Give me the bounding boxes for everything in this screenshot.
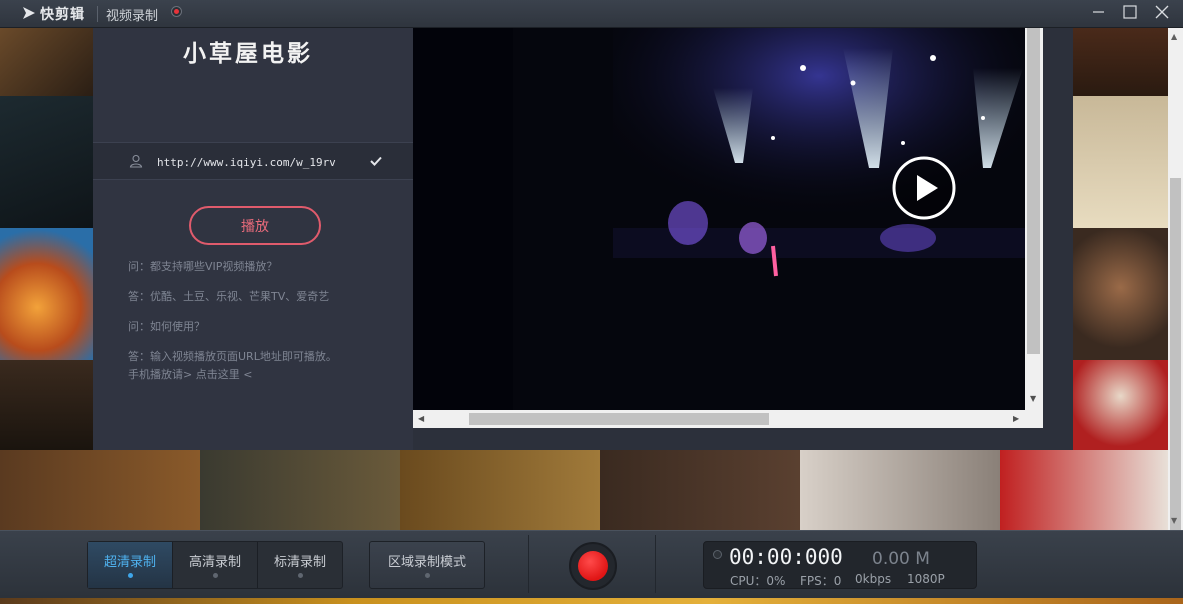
page-scrollbar[interactable]: ▲ ▼ xyxy=(1168,28,1183,533)
user-icon xyxy=(129,154,143,168)
faq-question-1: 问：都支持哪些VIP视频播放？ xyxy=(128,260,278,273)
play-button[interactable]: 播放 xyxy=(189,206,321,245)
app-logo-icon xyxy=(23,7,35,19)
check-icon[interactable] xyxy=(369,154,383,168)
title-bar: 快剪辑 视频录制 xyxy=(0,0,1183,28)
quality-ultra-hd-label: 超清录制 xyxy=(103,555,156,570)
region-record-mode-label: 区域录制模式 xyxy=(387,555,466,570)
bitrate-value: 0kbps xyxy=(855,572,892,586)
player-vertical-scrollbar[interactable]: ▼ xyxy=(1025,28,1043,410)
faq-answer-2: 答：输入视频播放页面URL地址即可播放。 xyxy=(128,350,337,363)
video-play-icon[interactable] xyxy=(891,155,957,221)
scroll-up-icon[interactable]: ▲ xyxy=(1171,32,1177,41)
player-scroll-right-icon[interactable]: ▶ xyxy=(1013,414,1019,423)
page-scrollbar-thumb[interactable] xyxy=(1170,178,1181,533)
quality-hd-label: 高清录制 xyxy=(188,555,241,570)
player-scroll-down-icon[interactable]: ▼ xyxy=(1030,394,1036,403)
content-panel: 小草屋电影 播放 问：都支持哪些VIP视频播放？ 答：优酷、土豆、乐视、芒果TV… xyxy=(93,28,1073,450)
quality-selector: 超清录制 高清录制 标清录制 xyxy=(87,541,343,589)
recording-status-icon xyxy=(171,6,182,17)
recording-timer: 00:00:000 xyxy=(729,545,843,569)
recorder-toolbar: 超清录制 高清录制 标清录制 区域录制模式 00:00:000 0.00 M C… xyxy=(0,530,1183,598)
title-divider xyxy=(97,6,98,22)
resolution-value: 1080P xyxy=(907,572,945,586)
url-input[interactable] xyxy=(157,152,357,172)
selected-indicator-icon xyxy=(128,573,133,578)
region-record-mode-button[interactable]: 区域录制模式 xyxy=(369,541,485,589)
app-name: 快剪辑 xyxy=(40,7,85,23)
faq-answer-1: 答：优酷、土豆、乐视、芒果TV、爱奇艺 xyxy=(128,290,330,303)
url-row xyxy=(93,142,413,180)
quality-sd-label: 标清录制 xyxy=(273,555,326,570)
maximize-button[interactable] xyxy=(1114,0,1146,28)
taskbar-preview-strip xyxy=(0,598,1183,604)
toolbar-divider xyxy=(528,535,529,593)
unselected-indicator-icon xyxy=(213,573,218,578)
toolbar-divider xyxy=(655,535,656,593)
mobile-play-link[interactable]: 手机播放请> 点击这里 < xyxy=(128,366,252,382)
status-led-icon xyxy=(713,550,722,559)
file-size: 0.00 M xyxy=(872,549,930,569)
quality-hd-button[interactable]: 高清录制 xyxy=(173,542,257,588)
site-brand: 小草屋电影 xyxy=(183,40,313,67)
quality-sd-button[interactable]: 标清录制 xyxy=(258,542,342,588)
left-sidebar: 小草屋电影 播放 问：都支持哪些VIP视频播放？ 答：优酷、土豆、乐视、芒果TV… xyxy=(93,28,413,450)
cpu-usage: CPU：0% xyxy=(730,574,786,588)
player-vertical-thumb[interactable] xyxy=(1027,28,1040,354)
unselected-indicator-icon xyxy=(298,573,303,578)
fps-value: FPS：0 xyxy=(800,574,842,588)
faq-question-2: 问：如何使用？ xyxy=(128,320,205,333)
app-window: { "window": { "app_name": "快剪辑", "mode_t… xyxy=(0,0,1183,604)
scroll-down-icon[interactable]: ▼ xyxy=(1171,516,1177,525)
player-horizontal-scrollbar[interactable]: ◀ ▶ xyxy=(413,410,1043,428)
recording-stats-panel: 00:00:000 0.00 M CPU：0% FPS：0 0kbps 1080… xyxy=(703,541,977,589)
region-indicator-icon xyxy=(425,573,430,578)
close-button[interactable] xyxy=(1146,0,1178,28)
video-letterbox xyxy=(413,28,513,410)
record-button[interactable] xyxy=(569,542,617,590)
player-horizontal-thumb[interactable] xyxy=(469,413,769,425)
quality-ultra-hd-button[interactable]: 超清录制 xyxy=(88,542,172,588)
player-scroll-left-icon[interactable]: ◀ xyxy=(418,414,424,423)
video-player[interactable]: ▼ ◀ ▶ xyxy=(413,28,1043,428)
minimize-button[interactable] xyxy=(1082,0,1114,28)
mode-title: 视频录制 xyxy=(106,9,159,24)
